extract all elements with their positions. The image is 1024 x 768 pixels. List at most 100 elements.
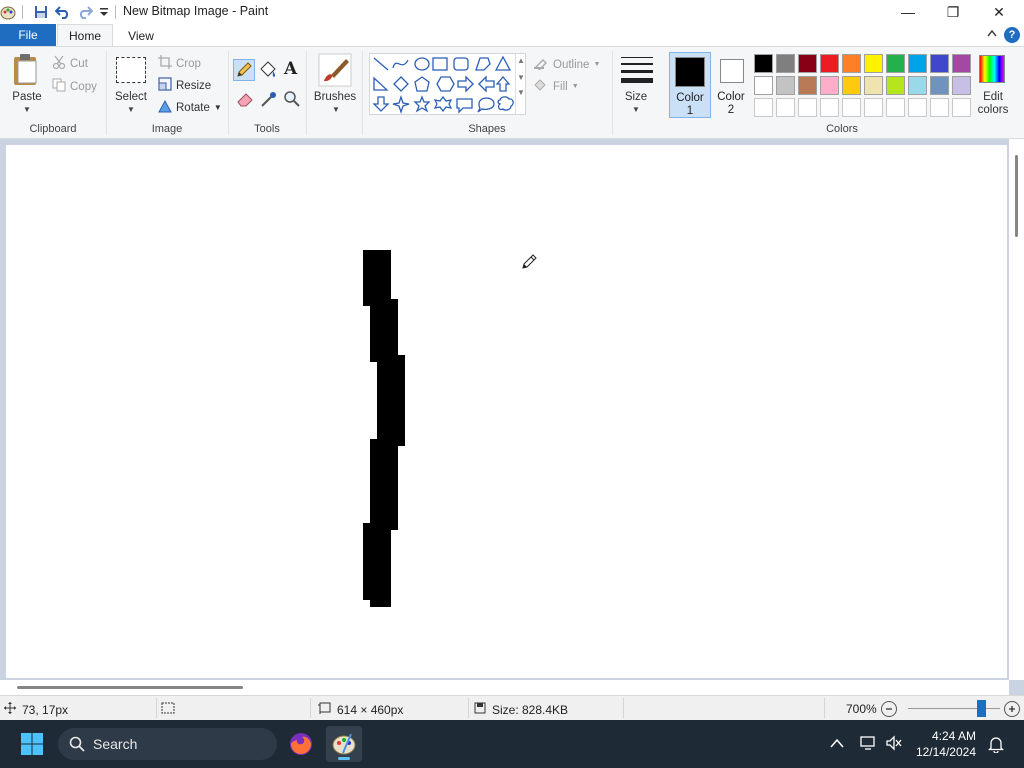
color-picker-icon[interactable] xyxy=(259,89,279,109)
brushes-button[interactable]: Brushes xyxy=(312,91,358,103)
tab-view[interactable]: View xyxy=(118,24,164,47)
save-icon[interactable] xyxy=(33,4,49,20)
fill-button[interactable]: Fill ▼ xyxy=(533,78,579,95)
outline-button[interactable]: Outline ▼ xyxy=(533,56,600,73)
palette-swatch[interactable] xyxy=(886,54,905,73)
custom-color-slot[interactable] xyxy=(776,98,795,117)
copy-button[interactable]: Copy xyxy=(52,78,97,95)
palette-swatch[interactable] xyxy=(798,76,817,95)
vertical-scroll-thumb[interactable] xyxy=(1015,155,1018,237)
palette-swatch[interactable] xyxy=(842,54,861,73)
custom-color-slot[interactable] xyxy=(930,98,949,117)
zoom-in-button[interactable] xyxy=(1004,701,1020,717)
brushes-icon[interactable] xyxy=(318,53,352,87)
size-dropdown-icon[interactable]: ▼ xyxy=(632,105,640,114)
zoom-slider-track[interactable] xyxy=(908,708,1000,709)
edit-colors-button[interactable]: Edit colors xyxy=(975,91,1011,117)
shapes-expand-icon[interactable]: ▼ xyxy=(516,88,526,97)
crop-button[interactable]: Crop xyxy=(158,55,201,72)
paint-app-icon[interactable] xyxy=(0,4,16,20)
custom-color-slot[interactable] xyxy=(820,98,839,117)
paste-dropdown-icon[interactable]: ▼ xyxy=(23,105,31,114)
cut-button[interactable]: Cut xyxy=(52,55,88,72)
shapes-scroll-up-icon[interactable]: ▲ xyxy=(516,56,526,65)
undo-icon[interactable] xyxy=(55,4,71,20)
redo-icon[interactable] xyxy=(77,4,93,20)
horizontal-scroll-thumb[interactable] xyxy=(17,686,243,689)
magnifier-icon[interactable] xyxy=(282,89,302,109)
palette-swatch[interactable] xyxy=(754,76,773,95)
pencil-icon[interactable] xyxy=(233,59,255,81)
tab-file[interactable]: File xyxy=(0,24,56,46)
right-arrow-shape-icon xyxy=(457,75,474,93)
restore-button[interactable]: ❐ xyxy=(930,0,976,24)
title-bar: New Bitmap Image - Paint — ❐ ✕ xyxy=(0,0,1024,24)
select-button[interactable]: Select xyxy=(112,91,150,103)
horizontal-scrollbar[interactable] xyxy=(0,680,1009,695)
tab-home[interactable]: Home xyxy=(57,24,113,47)
fill-bucket-icon[interactable] xyxy=(258,60,278,80)
palette-swatch[interactable] xyxy=(798,54,817,73)
palette-swatch[interactable] xyxy=(820,54,839,73)
palette-swatch[interactable] xyxy=(754,54,773,73)
palette-swatch[interactable] xyxy=(930,54,949,73)
taskbar-search[interactable]: Search xyxy=(58,728,277,760)
palette-swatch[interactable] xyxy=(952,76,971,95)
paint-taskbar-button[interactable] xyxy=(326,726,362,762)
palette-swatch[interactable] xyxy=(952,54,971,73)
palette-swatch[interactable] xyxy=(886,76,905,95)
custom-color-slot[interactable] xyxy=(952,98,971,117)
minimize-button[interactable]: — xyxy=(885,0,931,24)
taskbar-clock[interactable]: 4:24 AM 12/14/2024 xyxy=(906,728,976,760)
edit-colors-icon[interactable] xyxy=(979,55,1007,85)
custom-color-slot[interactable] xyxy=(842,98,861,117)
zoom-out-button[interactable] xyxy=(881,701,897,717)
close-button[interactable]: ✕ xyxy=(976,0,1022,24)
line-size-icon[interactable] xyxy=(619,53,655,87)
palette-swatch[interactable] xyxy=(776,54,795,73)
shapes-scroll-down-icon[interactable]: ▼ xyxy=(516,73,526,82)
canvas-area xyxy=(0,139,1024,695)
chevron-up-icon[interactable] xyxy=(830,737,846,751)
firefox-taskbar-button[interactable] xyxy=(283,726,319,762)
drawing-canvas[interactable] xyxy=(6,145,1007,678)
eraser-icon[interactable] xyxy=(235,89,255,109)
palette-swatch[interactable] xyxy=(908,54,927,73)
help-button[interactable]: ? xyxy=(1004,27,1020,43)
divider xyxy=(156,698,157,718)
palette-swatch[interactable] xyxy=(842,76,861,95)
palette-swatch[interactable] xyxy=(864,54,883,73)
select-icon[interactable] xyxy=(116,57,146,83)
color2-button[interactable]: Color 2 xyxy=(712,52,750,118)
volume-muted-icon[interactable] xyxy=(885,735,905,753)
resize-button[interactable]: Resize xyxy=(158,77,211,94)
rotate-button[interactable]: Rotate ▼ xyxy=(158,99,222,116)
palette-swatch[interactable] xyxy=(776,76,795,95)
text-icon[interactable]: A xyxy=(284,59,297,79)
customize-dropdown-icon[interactable] xyxy=(96,4,112,20)
custom-color-slot[interactable] xyxy=(864,98,883,117)
custom-color-slot[interactable] xyxy=(798,98,817,117)
zoom-slider-thumb[interactable] xyxy=(977,700,986,717)
color1-button[interactable]: Color 1 xyxy=(669,52,711,118)
palette-swatch[interactable] xyxy=(930,76,949,95)
start-button[interactable] xyxy=(14,726,50,762)
custom-color-slot[interactable] xyxy=(908,98,927,117)
shapes-scroll[interactable]: ▲ ▼ ▼ xyxy=(515,54,526,114)
pencil-cursor-icon xyxy=(520,251,540,271)
diamond-shape-icon xyxy=(393,76,409,92)
paste-button[interactable]: Paste xyxy=(8,91,46,103)
brushes-dropdown-icon[interactable]: ▼ xyxy=(332,105,340,114)
collapse-ribbon-icon[interactable] xyxy=(987,29,997,40)
palette-swatch[interactable] xyxy=(908,76,927,95)
custom-color-slot[interactable] xyxy=(886,98,905,117)
palette-swatch[interactable] xyxy=(820,76,839,95)
notification-bell-icon[interactable] xyxy=(987,735,1006,754)
select-dropdown-icon[interactable]: ▼ xyxy=(127,105,135,114)
vertical-scrollbar[interactable] xyxy=(1009,139,1024,680)
paste-icon[interactable] xyxy=(10,53,44,87)
size-button[interactable]: Size xyxy=(617,91,655,103)
custom-color-slot[interactable] xyxy=(754,98,773,117)
network-icon[interactable] xyxy=(860,735,880,753)
palette-swatch[interactable] xyxy=(864,76,883,95)
